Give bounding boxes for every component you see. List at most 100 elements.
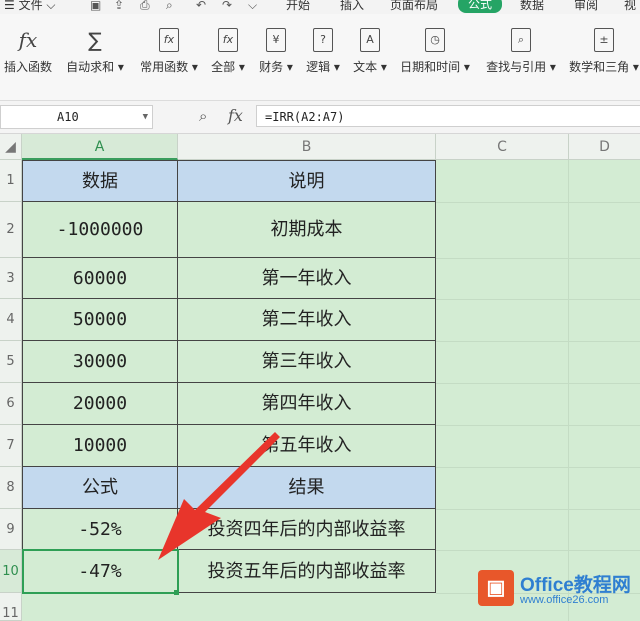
cell-a9[interactable]: -52% [22, 509, 178, 550]
formula-input[interactable]: =IRR(A2:A7) [256, 105, 640, 127]
row-header[interactable]: 4 [0, 299, 22, 341]
math-trig-button[interactable]: ± 数学和三角 ▾ [568, 28, 640, 75]
finance-label: 财务 [259, 60, 284, 74]
cell-a10[interactable]: -47% [22, 550, 178, 593]
cell-a5[interactable]: 30000 [22, 341, 178, 383]
lookup-icon: ⌕ [511, 28, 531, 52]
logic-label: 逻辑 [306, 60, 331, 74]
gridline [436, 299, 640, 300]
cell-b2[interactable]: 初期成本 [178, 202, 436, 258]
cell-a8[interactable]: 公式 [22, 467, 178, 509]
text-icon: A [360, 28, 380, 52]
lookup-reference-label: 查找与引用 [486, 60, 547, 74]
save-icon[interactable]: ▣ [90, 0, 102, 12]
select-all-corner[interactable]: ◢ [0, 134, 22, 160]
insert-function-label: 插入函数 [3, 60, 52, 74]
common-functions-button[interactable]: fx 常用函数 ▾ [138, 28, 200, 75]
gridline [436, 550, 640, 551]
export-icon[interactable]: ⇪ [114, 0, 126, 12]
sum-icon: ∑ [88, 28, 102, 52]
row-header[interactable]: 11 [0, 593, 22, 621]
tab-view[interactable]: 视 [624, 0, 636, 13]
watermark-url: www.office26.com [520, 594, 609, 606]
row-header[interactable]: 7 [0, 425, 22, 467]
print-icon[interactable]: ⎙ [140, 0, 152, 12]
star-function-icon: fx [159, 28, 179, 52]
row-header[interactable]: 5 [0, 341, 22, 383]
math-trig-label: 数学和三角 [569, 60, 630, 74]
logic-button[interactable]: ? 逻辑 ▾ [303, 28, 343, 75]
column-header-c[interactable]: C [436, 134, 569, 160]
cell-b1[interactable]: 说明 [178, 160, 436, 202]
tab-formulas[interactable]: 公式 [458, 0, 503, 13]
gridline [436, 509, 640, 510]
quick-access-dropdown-icon[interactable]: ⌵ [248, 0, 260, 12]
sheet-grid[interactable]: ◢ A B C D 1 2 3 4 5 6 7 8 9 10 11 数据 -10… [0, 134, 640, 621]
fill-handle[interactable] [174, 590, 179, 595]
cell-b9[interactable]: 投资四年后的内部收益率 [178, 509, 436, 550]
redo-icon[interactable]: ↷ [222, 0, 234, 12]
name-box[interactable]: A10 ▼ [0, 105, 153, 129]
office-logo-icon: ▣ [478, 570, 514, 606]
row-header[interactable]: 9 [0, 509, 22, 550]
file-menu-label: 文件 [18, 0, 43, 12]
cell-a4[interactable]: 50000 [22, 299, 178, 341]
row-header[interactable]: 3 [0, 258, 22, 299]
name-box-value: A10 [57, 110, 79, 124]
autosum-button[interactable]: ∑ 自动求和 ▾ [64, 28, 126, 75]
all-functions-button[interactable]: fx 全部 ▾ [208, 28, 248, 75]
tab-home[interactable]: 开始 [286, 0, 310, 13]
cell-a1[interactable]: 数据 [22, 160, 178, 202]
tab-review[interactable]: 审阅 [574, 0, 598, 13]
gridline [436, 202, 640, 203]
common-functions-label: 常用函数 [140, 60, 189, 74]
watermark-title: Office教程网 [520, 575, 631, 596]
all-functions-label: 全部 [211, 60, 236, 74]
fx-icon[interactable]: fx [228, 106, 243, 125]
tab-insert[interactable]: 插入 [340, 0, 364, 13]
formula-bar: A10 ▼ ⌕ fx =IRR(A2:A7) [0, 101, 640, 134]
row-header[interactable]: 1 [0, 160, 22, 202]
logic-icon: ? [313, 28, 333, 52]
row-header[interactable]: 10 [0, 550, 22, 593]
finance-button[interactable]: ¥ 财务 ▾ [256, 28, 296, 75]
column-header-d[interactable]: D [569, 134, 640, 160]
tab-page-layout[interactable]: 页面布局 [390, 0, 438, 13]
date-time-label: 日期和时间 [400, 60, 461, 74]
text-functions-button[interactable]: A 文本 ▾ [350, 28, 390, 75]
gridline [436, 341, 640, 342]
row-header[interactable]: 6 [0, 383, 22, 425]
gridline [436, 258, 640, 259]
gridline [436, 383, 640, 384]
name-box-dropdown-icon[interactable]: ▼ [143, 106, 148, 128]
file-menu-button[interactable]: ☰ 文件 ⌵ [4, 0, 56, 13]
cell-b7[interactable]: 第五年收入 [178, 425, 436, 467]
date-time-button[interactable]: ◷ 日期和时间 ▾ [398, 28, 472, 75]
undo-icon[interactable]: ↶ [196, 0, 208, 12]
text-functions-label: 文本 [353, 60, 378, 74]
insert-function-button[interactable]: fx 插入函数 [2, 28, 54, 75]
fx-icon: fx [18, 28, 38, 52]
tab-data[interactable]: 数据 [520, 0, 544, 13]
cell-b3[interactable]: 第一年收入 [178, 258, 436, 299]
autosum-label: 自动求和 [66, 60, 115, 74]
cell-a3[interactable]: 60000 [22, 258, 178, 299]
watermark: ▣ Office教程网 www.office26.com [470, 564, 640, 614]
cell-b8[interactable]: 结果 [178, 467, 436, 509]
column-header-a[interactable]: A [22, 134, 178, 160]
gridline [568, 160, 569, 621]
lookup-reference-button[interactable]: ⌕ 查找与引用 ▾ [483, 28, 559, 75]
cell-a2[interactable]: -1000000 [22, 202, 178, 258]
row-header[interactable]: 2 [0, 202, 22, 258]
preview-icon[interactable]: ⌕ [166, 0, 178, 12]
zoom-lookup-icon[interactable]: ⌕ [199, 107, 207, 125]
column-header-b[interactable]: B [178, 134, 436, 160]
cell-b4[interactable]: 第二年收入 [178, 299, 436, 341]
cell-b5[interactable]: 第三年收入 [178, 341, 436, 383]
cell-b6[interactable]: 第四年收入 [178, 383, 436, 425]
row-header[interactable]: 8 [0, 467, 22, 509]
cell-a6[interactable]: 20000 [22, 383, 178, 425]
cell-a7[interactable]: 10000 [22, 425, 178, 467]
cell-b10[interactable]: 投资五年后的内部收益率 [178, 550, 436, 593]
clock-icon: ◷ [425, 28, 445, 52]
